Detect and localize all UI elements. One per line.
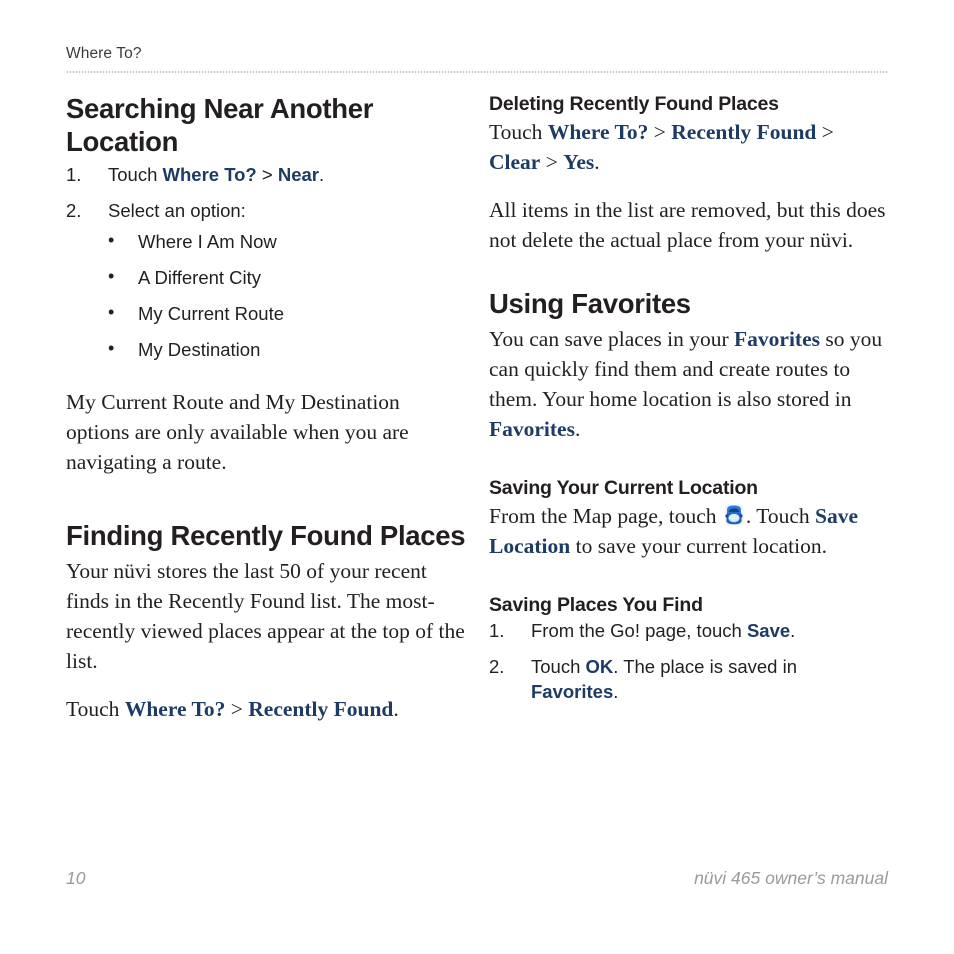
bullet-icon: • bbox=[108, 266, 115, 286]
list-item: 2. Select an option: • Where I Am Now • A D… bbox=[66, 198, 466, 362]
manual-page: Where To? Searching Near Another Locatio… bbox=[0, 0, 954, 954]
paragraph-clear-list-note: All items in the list are removed, but t… bbox=[489, 198, 886, 252]
path-separator: > bbox=[256, 164, 278, 185]
steps-list-searching-near: 1. Touch Where To? > Near. 2. Select an op… bbox=[66, 162, 466, 362]
favorites-text-part1: You can save places in your bbox=[489, 327, 735, 351]
step-number: 2. bbox=[66, 200, 82, 221]
section-heading-finding-recently-found-places: Finding Recently Found Places bbox=[66, 520, 466, 551]
ui-label-recently-found: Recently Found bbox=[671, 120, 817, 144]
ui-label-favorites: Favorites bbox=[734, 327, 820, 351]
ui-label-where-to: Where To? bbox=[547, 120, 649, 144]
step-text-tail: . bbox=[613, 681, 619, 702]
save-location-text-part3: to save your current location. bbox=[570, 534, 827, 558]
path-separator: > bbox=[225, 697, 249, 721]
subsection-heading-deleting-recently-found-places: Deleting Recently Found Places bbox=[489, 93, 779, 115]
bullet-icon: • bbox=[108, 338, 115, 358]
page-footer: 10 nüvi 465 owner’s manual bbox=[66, 868, 888, 889]
option-label: Where I Am Now bbox=[138, 231, 277, 252]
path-separator: > bbox=[816, 120, 834, 144]
paragraph-recently-found-description: Your nüvi stores the last 50 of your rec… bbox=[66, 559, 465, 673]
section-heading-searching-near-another-location: Searching Near Another Location bbox=[66, 93, 374, 157]
step-text-tail: . bbox=[318, 164, 325, 185]
vehicle-icon bbox=[723, 503, 745, 527]
step-text-lead: From the Go! page, touch bbox=[531, 620, 747, 641]
touch-lead: Touch bbox=[66, 697, 125, 721]
step-number: 2. bbox=[489, 656, 505, 677]
path-separator: > bbox=[540, 150, 564, 174]
step-number: 1. bbox=[66, 164, 82, 185]
paragraph-touch-path-recently-found: Touch Where To? > Recently Found. bbox=[66, 694, 466, 724]
list-item: • My Destination bbox=[108, 337, 466, 362]
paragraph-favorites-description: You can save places in your Favorites so… bbox=[489, 324, 889, 444]
ui-label-favorites: Favorites bbox=[489, 417, 575, 441]
favorites-text-part3: . bbox=[574, 417, 581, 441]
step-text-lead: Select an option: bbox=[108, 200, 246, 221]
touch-tail: . bbox=[594, 150, 600, 174]
step-text-tail: . bbox=[790, 620, 796, 641]
step-text-mid: . The place is saved in bbox=[613, 656, 798, 677]
touch-lead: Touch bbox=[489, 120, 548, 144]
ui-label-where-to: Where To? bbox=[162, 164, 257, 185]
option-label: My Current Route bbox=[138, 303, 284, 324]
section-heading-using-favorites: Using Favorites bbox=[489, 288, 691, 319]
path-separator: > bbox=[648, 120, 672, 144]
list-item: 1. From the Go! page, touch Save. bbox=[489, 618, 889, 643]
right-column: Deleting Recently Found Places Touch Whe… bbox=[489, 92, 889, 715]
step-text-lead: Touch bbox=[108, 164, 163, 185]
option-label: A Different City bbox=[138, 267, 262, 288]
page-number: 10 bbox=[66, 868, 86, 888]
steps-list-saving-places: 1. From the Go! page, touch Save. 2. Touch… bbox=[489, 618, 889, 704]
list-item: 2. Touch OK. The place is saved in Favori… bbox=[489, 654, 889, 704]
option-bullet-list: • Where I Am Now • A Different City • My Cu… bbox=[108, 229, 466, 362]
ui-label-ok: OK bbox=[585, 656, 614, 677]
touch-tail: . bbox=[393, 697, 399, 721]
left-column: Searching Near Another Location 1. Touch … bbox=[66, 92, 466, 724]
ui-label-yes: Yes bbox=[563, 150, 595, 174]
ui-label-near: Near bbox=[277, 164, 319, 185]
step-number: 1. bbox=[489, 620, 505, 641]
ui-label-recently-found: Recently Found bbox=[248, 697, 394, 721]
manual-title: nüvi 465 owner’s manual bbox=[694, 868, 888, 888]
ui-label-favorites: Favorites bbox=[531, 681, 614, 702]
step-text-lead: Touch bbox=[531, 656, 586, 677]
list-item: 1. Touch Where To? > Near. bbox=[66, 162, 466, 187]
list-item: • Where I Am Now bbox=[108, 229, 466, 254]
ui-label-clear: Clear bbox=[489, 150, 541, 174]
option-label: My Destination bbox=[138, 339, 261, 360]
list-item: • A Different City bbox=[108, 265, 466, 290]
subsection-heading-saving-your-current-location: Saving Your Current Location bbox=[489, 477, 758, 499]
bullet-icon: • bbox=[108, 230, 115, 250]
bullet-icon: • bbox=[108, 302, 115, 322]
save-location-text-part2: . Touch bbox=[745, 504, 816, 528]
ui-label-where-to: Where To? bbox=[124, 697, 226, 721]
paragraph-save-current-location: From the Map page, touch . Touch Save Lo… bbox=[489, 501, 889, 561]
ui-label-save: Save bbox=[746, 620, 791, 641]
running-header-text: Where To? bbox=[66, 45, 142, 62]
paragraph-route-options-availability: My Current Route and My Destination opti… bbox=[66, 390, 409, 474]
running-header: Where To? bbox=[66, 44, 888, 63]
subsection-heading-saving-places-you-find: Saving Places You Find bbox=[489, 594, 703, 616]
save-location-text-part1: From the Map page, touch bbox=[489, 504, 722, 528]
paragraph-touch-path-clear-recently-found: Touch Where To? > Recently Found > Clear… bbox=[489, 117, 889, 177]
header-dotted-rule bbox=[66, 71, 888, 73]
list-item: • My Current Route bbox=[108, 301, 466, 326]
